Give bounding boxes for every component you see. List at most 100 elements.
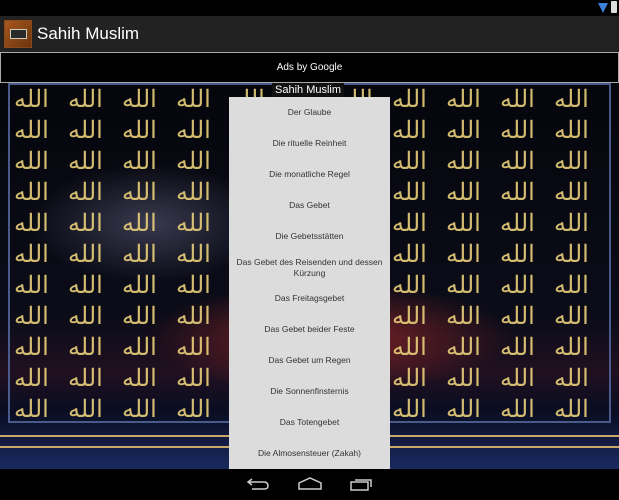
calligraphy-glyph: الله [68, 240, 103, 268]
home-icon[interactable] [297, 477, 323, 491]
calligraphy-glyph: الله [446, 240, 481, 268]
calligraphy-glyph: الله [68, 333, 103, 361]
background-title: Sahih Muslim [272, 83, 345, 97]
calligraphy-glyph: الله [392, 85, 427, 113]
calligraphy-glyph: الله [14, 271, 49, 299]
chapter-list-item[interactable]: Die monatliche Regel [229, 159, 390, 190]
calligraphy-glyph: الله [68, 147, 103, 175]
calligraphy-glyph: الله [176, 85, 211, 113]
calligraphy-glyph: الله [446, 333, 481, 361]
calligraphy-glyph: الله [500, 147, 535, 175]
action-bar: Sahih Muslim [0, 16, 619, 52]
calligraphy-glyph: الله [500, 271, 535, 299]
calligraphy-glyph: الله [122, 333, 157, 361]
calligraphy-glyph: الله [446, 85, 481, 113]
ad-label: Ads by Google [276, 62, 343, 73]
chapter-list-item[interactable]: Das Totengebet [229, 407, 390, 438]
calligraphy-glyph: الله [392, 147, 427, 175]
back-icon[interactable] [246, 477, 270, 491]
calligraphy-glyph: الله [446, 364, 481, 392]
calligraphy-glyph: الله [14, 116, 49, 144]
chapter-list[interactable]: Der Glaube Die rituelle Reinheit Die monat… [229, 97, 390, 469]
ad-banner[interactable]: Ads by Google [0, 52, 619, 83]
calligraphy-glyph: الله [176, 395, 211, 423]
calligraphy-glyph: الله [446, 116, 481, 144]
calligraphy-glyph: الله [14, 147, 49, 175]
calligraphy-glyph: الله [554, 178, 589, 206]
calligraphy-glyph: الله [68, 209, 103, 237]
calligraphy-glyph: الله [122, 271, 157, 299]
calligraphy-glyph: الله [14, 333, 49, 361]
calligraphy-glyph: الله [14, 364, 49, 392]
calligraphy-glyph: الله [14, 302, 49, 330]
calligraphy-glyph: الله [176, 240, 211, 268]
chapter-list-item[interactable]: Das Gebet [229, 190, 390, 221]
chapter-list-item[interactable]: Der Glaube [229, 97, 390, 128]
calligraphy-glyph: الله [500, 302, 535, 330]
calligraphy-glyph: الله [392, 209, 427, 237]
calligraphy-glyph: الله [500, 364, 535, 392]
calligraphy-glyph: الله [392, 333, 427, 361]
calligraphy-glyph: الله [176, 364, 211, 392]
calligraphy-glyph: الله [392, 178, 427, 206]
calligraphy-glyph: الله [122, 85, 157, 113]
chapter-list-item[interactable]: Das Gebet beider Feste [229, 314, 390, 345]
calligraphy-glyph: الله [392, 395, 427, 423]
chapter-list-item[interactable]: Die Gebetsstätten [229, 221, 390, 252]
calligraphy-glyph: الله [500, 240, 535, 268]
calligraphy-glyph: الله [446, 209, 481, 237]
calligraphy-glyph: الله [68, 395, 103, 423]
calligraphy-glyph: الله [554, 364, 589, 392]
calligraphy-glyph: الله [500, 395, 535, 423]
chapter-list-item[interactable]: Die Almosensteuer (Zakah) [229, 438, 390, 469]
chapter-list-item[interactable]: Das Gebet um Regen [229, 345, 390, 376]
calligraphy-glyph: الله [554, 209, 589, 237]
recent-apps-icon[interactable] [350, 477, 374, 491]
chapter-list-item[interactable]: Das Freitagsgebet [229, 283, 390, 314]
calligraphy-glyph: الله [554, 395, 589, 423]
calligraphy-glyph: الله [392, 364, 427, 392]
calligraphy-glyph: الله [446, 302, 481, 330]
calligraphy-glyph: الله [122, 116, 157, 144]
calligraphy-glyph: الله [122, 147, 157, 175]
calligraphy-glyph: الله [500, 116, 535, 144]
calligraphy-glyph: الله [122, 302, 157, 330]
chapter-list-item[interactable]: Das Gebet des Reisenden und dessen Kürzu… [229, 252, 390, 283]
calligraphy-glyph: الله [500, 178, 535, 206]
wifi-icon [598, 3, 608, 13]
calligraphy-glyph: الله [176, 302, 211, 330]
battery-icon [611, 1, 617, 13]
calligraphy-glyph: الله [554, 147, 589, 175]
calligraphy-glyph: الله [68, 302, 103, 330]
calligraphy-glyph: الله [14, 395, 49, 423]
calligraphy-glyph: الله [122, 178, 157, 206]
calligraphy-glyph: الله [392, 240, 427, 268]
calligraphy-glyph: الله [176, 209, 211, 237]
calligraphy-glyph: الله [176, 116, 211, 144]
calligraphy-glyph: الله [554, 333, 589, 361]
calligraphy-glyph: الله [446, 395, 481, 423]
calligraphy-glyph: الله [68, 178, 103, 206]
app-title: Sahih Muslim [37, 24, 140, 43]
chapter-list-item[interactable]: Die rituelle Reinheit [229, 128, 390, 159]
calligraphy-glyph: الله [392, 271, 427, 299]
calligraphy-glyph: الله [176, 333, 211, 361]
calligraphy-glyph: الله [122, 364, 157, 392]
calligraphy-glyph: الله [68, 271, 103, 299]
calligraphy-glyph: الله [554, 271, 589, 299]
navigation-bar [0, 469, 619, 500]
calligraphy-glyph: الله [68, 364, 103, 392]
calligraphy-glyph: الله [500, 85, 535, 113]
calligraphy-glyph: الله [500, 209, 535, 237]
calligraphy-glyph: الله [392, 116, 427, 144]
calligraphy-glyph: الله [554, 116, 589, 144]
calligraphy-glyph: الله [446, 147, 481, 175]
calligraphy-glyph: الله [176, 147, 211, 175]
calligraphy-glyph: الله [176, 178, 211, 206]
app-icon[interactable] [4, 20, 32, 48]
status-bar [0, 0, 619, 16]
calligraphy-glyph: الله [68, 85, 103, 113]
calligraphy-glyph: الله [68, 116, 103, 144]
chapter-list-item[interactable]: Die Sonnenfinsternis [229, 376, 390, 407]
calligraphy-glyph: الله [446, 178, 481, 206]
